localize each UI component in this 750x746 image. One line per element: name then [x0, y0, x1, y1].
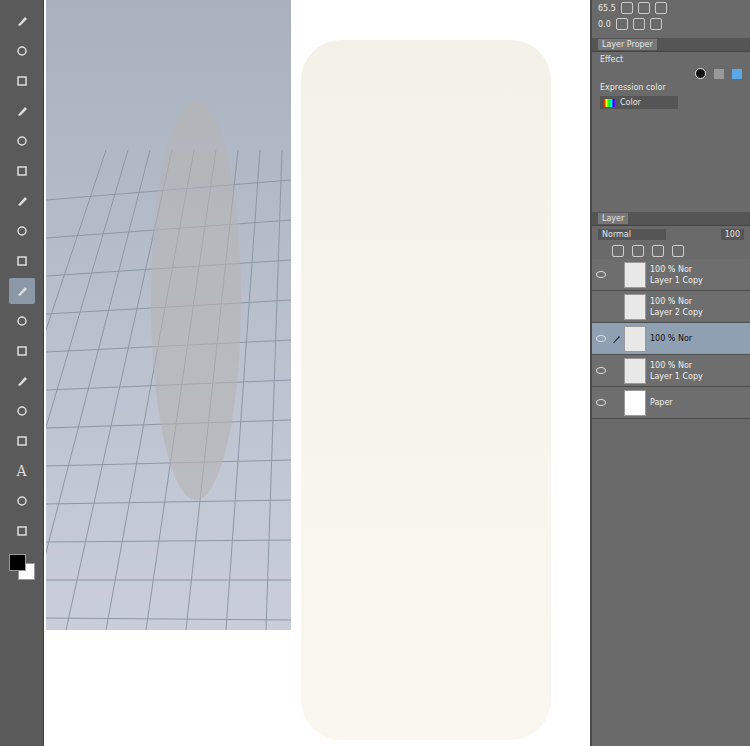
layer-row[interactable]: 100 % Nor Layer 1 Copy: [592, 259, 750, 291]
view-controls: 65.5 0.0: [592, 0, 750, 38]
tool-icon: [15, 434, 29, 448]
layer-tabbar: Layer: [592, 212, 750, 226]
tool-button[interactable]: [9, 278, 35, 304]
tool-button[interactable]: [9, 38, 35, 64]
tool-icon: [15, 494, 29, 508]
opacity-field[interactable]: 100: [721, 229, 744, 240]
tool-icon: [15, 344, 29, 358]
effect-icon[interactable]: [732, 69, 742, 79]
color-swatches[interactable]: [9, 554, 35, 580]
blend-mode-dropdown[interactable]: Normal: [598, 229, 666, 240]
tool-button[interactable]: [9, 428, 35, 454]
expression-dropdown[interactable]: Color: [600, 96, 678, 109]
canvas[interactable]: [44, 0, 590, 746]
grid-floor: [46, 0, 291, 630]
layer-thumbnail: [624, 326, 646, 352]
tool-button[interactable]: A: [9, 458, 35, 484]
layer-property-tab[interactable]: Layer Proper: [598, 39, 657, 50]
zoom-value[interactable]: 65.5: [598, 4, 616, 13]
layer-row[interactable]: 100 % Nor Layer 2 Copy: [592, 291, 750, 323]
angle-value[interactable]: 0.0: [598, 20, 611, 29]
tool-button[interactable]: [9, 128, 35, 154]
layer-row[interactable]: Paper: [592, 387, 750, 419]
layer-thumbnail: [624, 390, 646, 416]
tool-button[interactable]: [9, 368, 35, 394]
tool-button[interactable]: [9, 98, 35, 124]
tool-icon: [15, 104, 29, 118]
layer-row[interactable]: 100 % Nor Layer 1 Copy: [592, 355, 750, 387]
tool-icon: [15, 254, 29, 268]
eye-icon[interactable]: [596, 271, 606, 278]
tool-icon: [15, 194, 29, 208]
tool-icon: [15, 404, 29, 418]
tool-button[interactable]: [9, 68, 35, 94]
tool-button[interactable]: [9, 338, 35, 364]
tool-icon: [15, 74, 29, 88]
3d-reference-viewport[interactable]: [46, 0, 291, 630]
tool-button[interactable]: [9, 398, 35, 424]
tool-button[interactable]: [9, 488, 35, 514]
tool-icon: [15, 224, 29, 238]
eye-icon[interactable]: [596, 399, 606, 406]
layer-property-tabbar: Layer Proper: [592, 38, 750, 52]
tool-icon: [15, 374, 29, 388]
tool-bar: A: [0, 0, 44, 746]
tool-icon: [15, 284, 29, 298]
tool-button[interactable]: [9, 158, 35, 184]
pen-icon: [612, 334, 622, 344]
layer-list: 100 % Nor Layer 1 Copy 100 % Nor Layer 2…: [592, 259, 750, 419]
effect-icon[interactable]: [695, 68, 706, 79]
illustration: [301, 40, 551, 740]
tool-button[interactable]: [9, 218, 35, 244]
eye-icon[interactable]: [596, 335, 606, 342]
app-window: A 65.5 0.0 Layer Proper Effect Expressio…: [0, 0, 750, 746]
layer-thumbnail: [624, 294, 646, 320]
tool-icon: [15, 524, 29, 538]
tool-button[interactable]: [9, 8, 35, 34]
layer-property: Effect Expression color Color: [592, 52, 750, 208]
effect-icon[interactable]: [714, 69, 724, 79]
right-panel: 65.5 0.0 Layer Proper Effect Expression …: [590, 0, 750, 746]
tool-icon: [15, 14, 29, 28]
effect-label: Effect: [600, 55, 742, 64]
tool-button[interactable]: [9, 248, 35, 274]
layer-thumbnail: [624, 262, 646, 288]
layer-thumbnail: [624, 358, 646, 384]
tool-icon: [15, 134, 29, 148]
tool-icon: [15, 314, 29, 328]
eye-icon[interactable]: [596, 367, 606, 374]
main-color[interactable]: [9, 554, 26, 571]
expression-label: Expression color: [600, 83, 742, 92]
tool-icon: [15, 164, 29, 178]
tool-icon: [15, 44, 29, 58]
layer-row[interactable]: 100 % Nor: [592, 323, 750, 355]
tool-button[interactable]: [9, 188, 35, 214]
tool-button[interactable]: [9, 518, 35, 544]
layer-tab[interactable]: Layer: [598, 213, 628, 224]
tool-button[interactable]: [9, 308, 35, 334]
